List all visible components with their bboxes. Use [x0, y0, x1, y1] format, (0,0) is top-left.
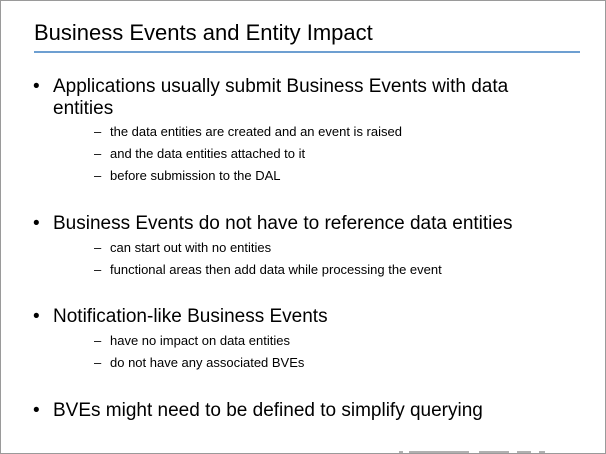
sub-item: – functional areas then add data while p… [94, 262, 574, 278]
bullet-item: • Applications usually submit Business E… [33, 76, 573, 120]
dash-glyph: – [94, 262, 102, 277]
bullet-text: BVEs might need to be defined to simplif… [53, 400, 483, 421]
sub-text: can start out with no entities [110, 240, 272, 255]
slide-content: • Applications usually submit Business E… [1, 1, 605, 453]
bullet-text: Applications usually submit Business Eve… [53, 76, 509, 119]
dash-glyph: – [94, 146, 102, 161]
sub-item: – before submission to the DAL [94, 168, 574, 184]
bullet-glyph: • [33, 76, 40, 97]
sub-text: have no impact on data entities [110, 333, 290, 348]
slide: Business Events and Entity Impact • Appl… [0, 0, 606, 454]
sub-item: – do not have any associated BVEs [94, 355, 574, 371]
sub-text: before submission to the DAL [110, 168, 281, 183]
sub-text: functional areas then add data while pro… [110, 262, 442, 277]
dash-glyph: – [94, 124, 102, 139]
dash-glyph: – [94, 168, 102, 183]
footer-decoration [399, 451, 549, 453]
sub-text: the data entities are created and an eve… [110, 124, 402, 139]
bullet-glyph: • [33, 400, 40, 421]
dash-glyph: – [94, 333, 102, 348]
bullet-glyph: • [33, 306, 40, 327]
sub-item: – have no impact on data entities [94, 333, 574, 349]
bullet-text: Business Events do not have to reference… [53, 213, 513, 234]
sub-text: and the data entities attached to it [110, 146, 306, 161]
bullet-item: • Notification-like Business Events [33, 306, 573, 328]
sub-item: – can start out with no entities [94, 240, 574, 256]
bullet-glyph: • [33, 213, 40, 234]
dash-glyph: – [94, 240, 102, 255]
bullet-item: • BVEs might need to be defined to simpl… [33, 400, 573, 422]
dash-glyph: – [94, 355, 102, 370]
bullet-item: • Business Events do not have to referen… [33, 213, 573, 235]
sub-text: do not have any associated BVEs [110, 355, 305, 370]
bullet-text: Notification-like Business Events [53, 306, 328, 327]
sub-item: – the data entities are created and an e… [94, 124, 574, 140]
sub-item: – and the data entities attached to it [94, 146, 574, 162]
